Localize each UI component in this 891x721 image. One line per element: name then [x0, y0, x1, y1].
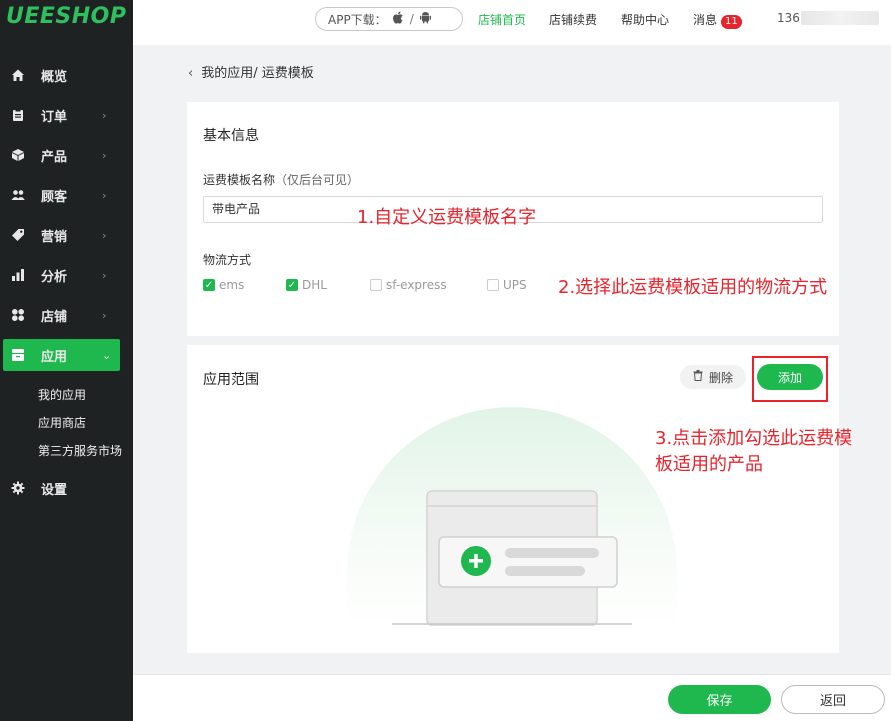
- template-name-label-text: 运费模板名称: [203, 173, 276, 187]
- annotation-step3-line2: 板适用的产品: [655, 454, 763, 475]
- logistics-checkbox-dhl[interactable]: ✓ DHL: [286, 278, 327, 292]
- basic-info-title: 基本信息: [203, 128, 259, 144]
- logistics-option-label: UPS: [503, 278, 527, 292]
- chevron-down-icon: ⌄: [102, 348, 112, 362]
- sidebar-item-store[interactable]: 店铺 ›: [0, 299, 133, 331]
- template-name-label: 运费模板名称（仅后台可见）: [203, 171, 359, 188]
- sidebar: UEESHOP 概览 订单 › 产品 › 顾客 › 营销 › 分析 › 店铺 ›…: [0, 0, 133, 721]
- checkbox-checked-icon: ✓: [286, 279, 298, 291]
- sidebar-item-label: 顾客: [41, 189, 68, 205]
- logistics-option-label: ems: [219, 278, 245, 292]
- chevron-right-icon: ›: [102, 268, 107, 282]
- annotation-step1: 1.自定义运费模板名字: [357, 207, 537, 228]
- sidebar-subitem-app-store[interactable]: 应用商店: [38, 414, 86, 431]
- annotation-step2: 2.选择此运费模板适用的物流方式: [558, 277, 828, 298]
- gear-icon: [11, 481, 25, 495]
- app-download-pill[interactable]: APP下载： /: [315, 7, 463, 31]
- sidebar-item-overview[interactable]: 概览: [0, 59, 133, 91]
- bottom-action-bar: 保存 返回: [133, 674, 891, 721]
- annotation-step3-line1: 3.点击添加勾选此运费模: [655, 428, 853, 449]
- trash-icon: [693, 370, 703, 384]
- logistics-checkbox-ups[interactable]: UPS: [487, 278, 527, 292]
- add-button-highlight-box: [752, 356, 828, 402]
- android-icon[interactable]: [419, 11, 431, 27]
- sidebar-item-label: 设置: [41, 482, 68, 498]
- sidebar-item-label: 店铺: [41, 309, 68, 325]
- annotation-step3: 3.点击添加勾选此运费模 板适用的产品: [655, 424, 887, 476]
- chevron-right-icon: ›: [102, 228, 107, 242]
- delete-label: 删除: [708, 370, 733, 385]
- logistics-option-label: sf-express: [386, 278, 447, 292]
- logistics-checkbox-ems[interactable]: ✓ ems: [203, 278, 244, 292]
- sidebar-item-apps[interactable]: 应用 ⌄: [3, 339, 120, 371]
- messages-label: 消息: [693, 13, 718, 27]
- sidebar-subitem-my-apps[interactable]: 我的应用: [38, 386, 86, 403]
- scope-title: 应用范围: [203, 372, 259, 388]
- sidebar-item-orders[interactable]: 订单 ›: [0, 99, 133, 131]
- clipboard-icon: [11, 108, 25, 122]
- sidebar-item-label: 概览: [41, 69, 68, 85]
- breadcrumb-text: 我的应用/ 运费模板: [201, 66, 314, 81]
- nav-store-home[interactable]: 店铺首页: [478, 11, 526, 28]
- bar-chart-icon: [11, 268, 25, 282]
- box-icon: [11, 148, 25, 162]
- logistics-label: 物流方式: [203, 253, 252, 267]
- chevron-left-icon[interactable]: ‹: [188, 66, 193, 81]
- sidebar-item-settings[interactable]: 设置: [0, 472, 133, 504]
- checkbox-unchecked-icon: [370, 279, 382, 291]
- top-bar: APP下载： / 店铺首页 店铺续费 帮助中心 消息 11 136: [133, 0, 891, 45]
- apple-icon[interactable]: [392, 11, 404, 27]
- users-icon: [11, 188, 25, 202]
- logistics-checkbox-sf-express[interactable]: sf-express: [370, 278, 447, 292]
- checkbox-checked-icon: ✓: [203, 279, 215, 291]
- template-name-hint: （仅后台可见）: [275, 173, 360, 187]
- sidebar-item-label: 产品: [41, 149, 68, 165]
- breadcrumb[interactable]: ‹ 我的应用/ 运费模板: [188, 62, 314, 81]
- sidebar-subitem-third-party-market[interactable]: 第三方服务市场: [38, 442, 122, 459]
- nav-store-renewal[interactable]: 店铺续费: [549, 11, 597, 28]
- chevron-right-icon: ›: [102, 308, 107, 322]
- logistics-option-label: DHL: [302, 278, 327, 292]
- chevron-right-icon: ›: [102, 188, 107, 202]
- checkbox-unchecked-icon: [487, 279, 499, 291]
- user-account[interactable]: 136: [777, 11, 800, 25]
- messages-badge: 11: [721, 15, 742, 29]
- sidebar-item-label: 应用: [41, 349, 68, 365]
- sidebar-item-label: 营销: [41, 229, 68, 245]
- home-icon: [11, 68, 25, 82]
- sidebar-item-label: 分析: [41, 269, 68, 285]
- empty-state-illustration: [347, 407, 677, 633]
- tag-icon: [11, 228, 25, 242]
- sidebar-item-products[interactable]: 产品 ›: [0, 139, 133, 171]
- sidebar-item-customers[interactable]: 顾客 ›: [0, 179, 133, 211]
- chevron-right-icon: ›: [102, 148, 107, 162]
- separator: /: [409, 12, 414, 26]
- sidebar-item-label: 订单: [41, 109, 68, 125]
- delete-button[interactable]: 删除: [680, 365, 746, 389]
- chevron-right-icon: ›: [102, 108, 107, 122]
- sidebar-item-marketing[interactable]: 营销 ›: [0, 219, 133, 251]
- save-button[interactable]: 保存: [668, 685, 771, 714]
- back-button[interactable]: 返回: [781, 685, 885, 714]
- grid-icon: [11, 308, 25, 322]
- brand-logo[interactable]: UEESHOP: [6, 4, 127, 29]
- user-account-redacted: [801, 11, 879, 25]
- scope-card: 应用范围 删除 添加: [187, 345, 839, 653]
- nav-messages[interactable]: 消息 11: [693, 11, 742, 29]
- apps-icon: [11, 348, 25, 362]
- sidebar-item-analytics[interactable]: 分析 ›: [0, 259, 133, 291]
- nav-help-center[interactable]: 帮助中心: [621, 11, 669, 28]
- app-download-label: APP下载：: [328, 12, 387, 27]
